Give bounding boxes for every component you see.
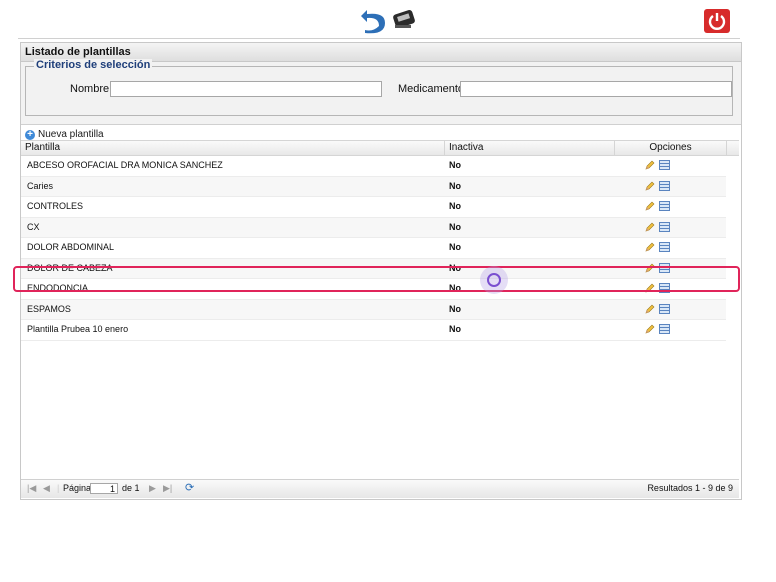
table-row[interactable]: DOLOR ABDOMINAL No [21, 238, 726, 259]
grid-rows: ABCESO OROFACIAL DRA MONICA SANCHEZ No Car… [21, 156, 726, 341]
new-template-button[interactable]: + Nueva plantilla [25, 129, 104, 140]
template-inactive: No [449, 180, 461, 191]
row-options [645, 303, 670, 314]
row-options [645, 160, 670, 170]
medication-input[interactable] [460, 81, 732, 97]
template-name: CONTROLES [27, 201, 84, 211]
add-icon: + [25, 129, 35, 140]
column-inactiva[interactable]: Inactiva [445, 141, 615, 155]
edit-icon[interactable] [645, 222, 655, 232]
top-bar [18, 0, 740, 39]
results-count: Resultados 1 - 9 de 9 [647, 483, 733, 493]
edit-icon[interactable] [645, 324, 655, 334]
search-criteria-area: Criterios de selección Nombre: Medicamen… [21, 59, 741, 125]
table-row[interactable]: Caries No [21, 176, 726, 197]
row-options [645, 180, 670, 191]
refresh-icon[interactable]: ⟳ [185, 481, 194, 494]
row-options [645, 201, 670, 211]
scanner-icon[interactable] [390, 6, 418, 34]
template-inactive: No [449, 160, 461, 170]
column-plantilla[interactable]: Plantilla [21, 141, 445, 155]
template-name: ESPAMOS [27, 303, 71, 314]
table-row[interactable]: Plantilla Prubea 10 enero No [21, 320, 726, 341]
list-icon[interactable] [659, 201, 670, 211]
template-name: ABCESO OROFACIAL DRA MONICA SANCHEZ [27, 160, 223, 170]
template-name: Plantilla Prubea 10 enero [27, 324, 129, 334]
list-icon[interactable] [659, 221, 670, 232]
list-icon[interactable] [659, 180, 670, 191]
page-total: de 1 [122, 483, 140, 493]
medication-label: Medicamento: [398, 83, 468, 95]
template-inactive: No [449, 221, 461, 232]
name-input[interactable] [110, 81, 382, 97]
template-inactive: No [449, 242, 461, 252]
list-icon[interactable] [659, 324, 670, 334]
list-icon[interactable] [659, 160, 670, 170]
list-icon[interactable] [659, 242, 670, 252]
row-options [645, 221, 670, 232]
page-label: Página [63, 483, 92, 493]
back-arrow-icon[interactable] [359, 6, 389, 34]
criteria-fieldset: Criterios de selección Nombre: Medicamen… [25, 59, 733, 116]
first-page-icon[interactable]: |◀ [27, 483, 36, 494]
edit-icon[interactable] [645, 304, 655, 314]
last-page-icon[interactable]: ▶| [163, 483, 172, 494]
column-opciones: Opciones [615, 141, 727, 155]
row-highlight-marker [13, 266, 740, 292]
next-page-icon[interactable]: ▶ [149, 483, 156, 494]
page-input[interactable]: 1 [90, 483, 118, 494]
template-name: CX [27, 221, 40, 232]
table-row[interactable]: ESPAMOS No [21, 299, 726, 320]
row-options [645, 324, 670, 334]
edit-icon[interactable] [645, 181, 655, 191]
pager: |◀ ◀ | Página 1 de 1 ▶ ▶| ⟳ Resultados 1… [21, 479, 739, 498]
grid-toolbar: + Nueva plantilla [21, 125, 741, 140]
template-inactive: No [449, 201, 461, 211]
table-row[interactable]: ABCESO OROFACIAL DRA MONICA SANCHEZ No [21, 156, 726, 177]
template-name: DOLOR ABDOMINAL [27, 242, 115, 252]
list-icon[interactable] [659, 303, 670, 314]
template-inactive: No [449, 324, 461, 334]
new-template-label: Nueva plantilla [38, 129, 104, 140]
template-name: Caries [27, 180, 54, 191]
edit-icon[interactable] [645, 242, 655, 252]
row-options [645, 242, 670, 252]
grid-header: Plantilla Inactiva Opciones [21, 140, 739, 156]
pager-separator: | [57, 483, 60, 493]
cursor-indicator [480, 266, 508, 294]
edit-icon[interactable] [645, 160, 655, 170]
edit-icon[interactable] [645, 201, 655, 211]
power-button[interactable] [704, 9, 730, 33]
table-row[interactable]: CONTROLES No [21, 197, 726, 218]
prev-page-icon[interactable]: ◀ [43, 483, 50, 494]
criteria-legend: Criterios de selección [34, 59, 153, 71]
table-row[interactable]: CX No [21, 217, 726, 238]
name-label: Nombre: [70, 83, 113, 95]
template-inactive: No [449, 303, 461, 314]
power-icon [708, 13, 726, 30]
